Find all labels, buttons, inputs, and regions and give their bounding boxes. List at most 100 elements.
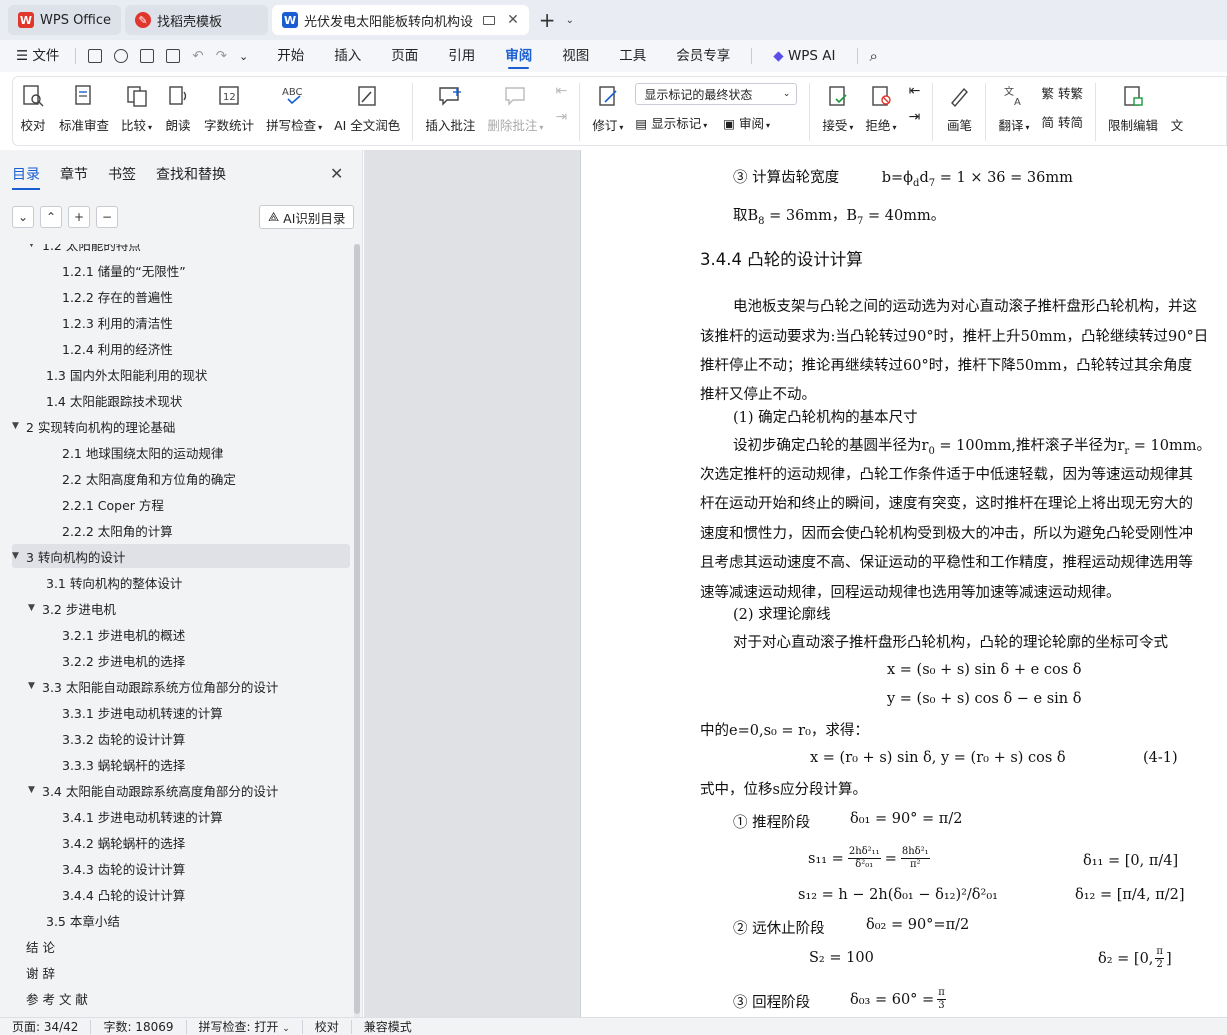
toc-item[interactable]: ▼ 3 转向机构的设计 xyxy=(12,544,350,568)
remove-icon[interactable]: − xyxy=(96,206,118,228)
toc-item[interactable]: 2.2 太阳高度角和方位角的确定 xyxy=(12,466,350,490)
proofread-button[interactable]: 校对 xyxy=(13,83,53,134)
next-change-icon[interactable]: ⇥ xyxy=(909,109,921,125)
toc-item[interactable]: 3.4.4 凸轮的设计计算 xyxy=(12,882,350,906)
compare-button[interactable]: 比较 ▾ xyxy=(115,83,158,134)
word-count-indicator[interactable]: 字数: 18069 xyxy=(91,1019,187,1034)
toc-item[interactable]: 1.2.1 储量的“无限性” xyxy=(12,258,350,282)
menu-file[interactable]: ☰ 文件 xyxy=(0,40,69,72)
menu-member[interactable]: 会员专享 xyxy=(661,40,745,72)
toc-item[interactable]: 3.4.2 蜗轮蜗杆的选择 xyxy=(12,830,350,854)
review-pane-button[interactable]: ▣ 审阅 ▾ xyxy=(723,113,770,132)
pen-button[interactable]: 画笔 xyxy=(939,83,979,134)
toc-item[interactable]: ▼ 3.2 步进电机 xyxy=(12,596,350,620)
to-traditional-button[interactable]: 繁 转繁 xyxy=(1041,83,1083,102)
page-indicator[interactable]: 页面: 34/42 xyxy=(0,1019,92,1034)
show-markup-button[interactable]: ▤ 显示标记 ▾ xyxy=(635,113,707,132)
save-icon[interactable] xyxy=(88,49,103,63)
ai-polish-button[interactable]: AI 全文润色 xyxy=(328,83,406,134)
chevron-down-icon[interactable]: ⌄ xyxy=(566,15,574,26)
to-simplified-button[interactable]: 简 转简 xyxy=(1041,112,1083,131)
toc-item[interactable]: 3.4.3 齿轮的设计计算 xyxy=(12,856,350,880)
expand-caret-icon[interactable]: ▼ xyxy=(28,681,40,691)
menu-page[interactable]: 页面 xyxy=(376,40,433,72)
toc-item[interactable]: 1.3 国内外太阳能利用的现状 xyxy=(12,362,350,386)
menu-tools[interactable]: 工具 xyxy=(604,40,661,72)
toc-item[interactable]: 谢 辞 xyxy=(12,960,350,984)
reject-button[interactable]: 拒绝 ▾ xyxy=(859,83,902,134)
toc-item[interactable]: 结 论 xyxy=(12,934,350,958)
menu-wps-ai[interactable]: ◆ WPS AI xyxy=(758,40,850,72)
tab-document[interactable]: W 光伏发电太阳能板转向机构设 ✕ xyxy=(272,5,529,35)
tab-chapters[interactable]: 章节 xyxy=(60,164,88,190)
collapse-up-icon[interactable]: ⌃ xyxy=(40,206,62,228)
markup-state-select[interactable]: 显示标记的最终状态 ⌄ xyxy=(635,83,798,105)
toc-item[interactable]: 1.4 太阳能跟踪技术现状 xyxy=(12,388,350,412)
toc-item[interactable]: 3.1 转向机构的整体设计 xyxy=(12,570,350,594)
restrict-edit-button[interactable]: 限制编辑 xyxy=(1102,83,1164,134)
revise-button[interactable]: 修订 ▾ xyxy=(586,83,629,134)
expand-caret-icon[interactable]: ▼ xyxy=(28,785,40,795)
proofread-indicator[interactable]: 校对 xyxy=(303,1019,352,1034)
word-count-button[interactable]: 12 字数统计 xyxy=(198,83,260,134)
toc-item[interactable]: 3.3.3 蜗轮蜗杆的选择 xyxy=(12,752,350,776)
toc-item[interactable]: 3.5 本章小结 xyxy=(12,908,350,932)
export-icon[interactable] xyxy=(114,49,129,63)
text-tools-button[interactable]: 文 xyxy=(1164,83,1190,134)
add-icon[interactable]: + xyxy=(68,206,90,228)
menu-review[interactable]: 审阅 xyxy=(490,40,547,72)
spell-check-button[interactable]: ABC 拼写检查 ▾ xyxy=(260,83,328,134)
previous-change-icon[interactable]: ⇤ xyxy=(909,83,921,99)
toc-scrollbar[interactable] xyxy=(354,244,360,1017)
spell-check-indicator[interactable]: 拼写检查: 打开 ⌄ xyxy=(187,1019,303,1034)
new-tab-icon[interactable]: + xyxy=(533,8,562,32)
redo-icon[interactable]: ↷ xyxy=(216,48,227,64)
expand-caret-icon[interactable]: ▼ xyxy=(28,603,40,613)
menu-insert[interactable]: 插入 xyxy=(319,40,376,72)
accept-button[interactable]: 接受 ▾ xyxy=(816,83,859,134)
toc-item[interactable]: 2.2.1 Coper 方程 xyxy=(12,492,350,516)
expand-down-icon[interactable]: ⌄ xyxy=(12,206,34,228)
toc-item[interactable]: 参 考 文 献 xyxy=(12,986,350,1010)
expand-caret-icon[interactable]: ▼ xyxy=(12,421,24,431)
search-icon[interactable]: ⌕ xyxy=(870,47,878,65)
insert-comment-button[interactable]: 插入批注 xyxy=(419,83,481,134)
toc-item[interactable]: 3.2.2 步进电机的选择 xyxy=(12,648,350,672)
toc-item[interactable]: ▼ 1.2 太阳能的特点 xyxy=(12,244,350,256)
next-comment-icon[interactable]: ⇥ xyxy=(555,109,567,125)
toc-item[interactable]: 3.3.2 齿轮的设计计算 xyxy=(12,726,350,750)
toc-item[interactable]: ▼ 3.4 太阳能自动跟踪系统高度角部分的设计 xyxy=(12,778,350,802)
toc-item[interactable]: 1.2.4 利用的经济性 xyxy=(12,336,350,360)
expand-caret-icon[interactable]: ▼ xyxy=(28,244,40,249)
close-tab-icon[interactable]: ✕ xyxy=(507,12,519,28)
toc-item[interactable]: 3.3.1 步进电动机转速的计算 xyxy=(12,700,350,724)
toc-item[interactable]: ▼ 3.3 太阳能自动跟踪系统方位角部分的设计 xyxy=(12,674,350,698)
delete-comment-button[interactable]: 删除批注 ▾ xyxy=(481,83,549,134)
toc-item[interactable]: 1.2.3 利用的清洁性 xyxy=(12,310,350,334)
close-icon[interactable]: ✕ xyxy=(330,164,343,183)
expand-caret-icon[interactable]: ▼ xyxy=(12,551,24,561)
toc-item[interactable]: ▼ 2 实现转向机构的理论基础 xyxy=(12,414,350,438)
ai-toc-button[interactable]: ⟁ AI识别目录 xyxy=(259,205,355,229)
toc-item[interactable]: 1.2.2 存在的普遍性 xyxy=(12,284,350,308)
menu-references[interactable]: 引用 xyxy=(433,40,490,72)
toc-item[interactable]: 3.2.1 步进电机的概述 xyxy=(12,622,350,646)
toc-item[interactable]: 3.4.1 步进电动机转速的计算 xyxy=(12,804,350,828)
monitor-icon[interactable] xyxy=(483,15,496,25)
translate-button[interactable]: 文A 翻译 ▾ xyxy=(992,83,1035,134)
tab-toc[interactable]: 目录 xyxy=(12,164,40,190)
tab-docer[interactable]: ✎ 找稻壳模板 xyxy=(125,5,269,35)
print-preview-icon[interactable] xyxy=(166,49,181,63)
tab-wps-office[interactable]: W WPS Office xyxy=(8,5,122,35)
undo-icon[interactable]: ↶ xyxy=(192,48,203,64)
standard-review-button[interactable]: 标准审查 xyxy=(53,83,115,134)
document-page[interactable]: ③ 计算齿轮宽度 b=ϕdd7 = 1 × 36 = 36mm 取B8 = 36… xyxy=(580,150,1227,1017)
tab-bookmarks[interactable]: 书签 xyxy=(108,164,136,190)
read-aloud-button[interactable]: 朗读 xyxy=(158,83,198,134)
print-icon[interactable] xyxy=(140,49,155,63)
tab-find-replace[interactable]: 查找和替换 xyxy=(156,164,226,190)
menu-view[interactable]: 视图 xyxy=(547,40,604,72)
menu-home[interactable]: 开始 xyxy=(262,40,319,72)
scrollbar-thumb[interactable] xyxy=(354,244,360,1014)
toc-item[interactable]: 2.1 地球围绕太阳的运动规律 xyxy=(12,440,350,464)
